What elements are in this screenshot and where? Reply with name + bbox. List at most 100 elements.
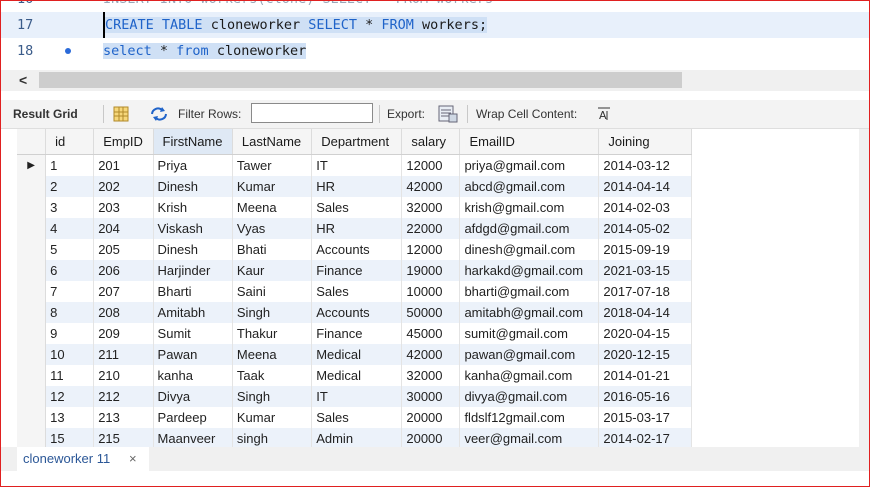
table-cell[interactable]: 32000 bbox=[401, 197, 461, 218]
table-cell[interactable]: 205 bbox=[93, 239, 154, 260]
row-header[interactable] bbox=[17, 218, 47, 239]
table-cell[interactable]: 203 bbox=[93, 197, 154, 218]
table-row[interactable]: 12 212 Divya Singh IT 30000 divya@gmail.com 201… bbox=[17, 386, 701, 407]
table-cell[interactable]: Tawer bbox=[232, 154, 313, 176]
table-cell[interactable]: 2014-04-14 bbox=[598, 176, 692, 197]
tab-cloneworker[interactable]: cloneworker 11 × bbox=[17, 447, 149, 471]
table-cell[interactable]: sumit@gmail.com bbox=[459, 323, 600, 344]
table-cell[interactable]: 213 bbox=[93, 407, 154, 428]
table-cell[interactable]: 2014-02-03 bbox=[598, 197, 692, 218]
table-cell[interactable]: 2015-09-19 bbox=[598, 239, 692, 260]
refresh-icon[interactable] bbox=[149, 106, 169, 125]
table-cell[interactable]: 9 bbox=[45, 323, 95, 344]
table-cell[interactable]: Kaur bbox=[232, 260, 313, 281]
table-cell[interactable]: 2 bbox=[45, 176, 95, 197]
column-header[interactable]: id bbox=[45, 129, 95, 155]
table-row[interactable]: 8 208 Amitabh Singh Accounts 50000 amitabh@gma… bbox=[17, 302, 701, 323]
table-row[interactable]: 4 204 Viskash Vyas HR 22000 afdgd@gmail.com 201… bbox=[17, 218, 701, 239]
table-cell[interactable]: afdgd@gmail.com bbox=[459, 218, 600, 239]
table-cell[interactable]: 32000 bbox=[401, 365, 461, 386]
table-row[interactable]: 10 211 Pawan Meena Medical 42000 pawan@gmail.c… bbox=[17, 344, 701, 365]
table-cell[interactable]: IT bbox=[311, 154, 403, 176]
table-row[interactable]: 2 202 Dinesh Kumar HR 42000 abcd@gmail.com 2014… bbox=[17, 176, 701, 197]
table-cell[interactable]: 30000 bbox=[401, 386, 461, 407]
table-cell[interactable]: 50000 bbox=[401, 302, 461, 323]
table-cell[interactable]: 208 bbox=[93, 302, 154, 323]
table-cell[interactable]: 2014-01-21 bbox=[598, 365, 692, 386]
table-cell[interactable]: bharti@gmail.com bbox=[459, 281, 600, 302]
table-cell[interactable]: Pardeep bbox=[153, 407, 233, 428]
table-cell[interactable]: Accounts bbox=[311, 239, 403, 260]
table-cell[interactable]: 2015-03-17 bbox=[598, 407, 692, 428]
table-cell[interactable]: Singh bbox=[232, 386, 313, 407]
table-cell[interactable]: singh bbox=[232, 428, 313, 447]
table-cell[interactable]: priya@gmail.com bbox=[459, 154, 600, 176]
table-cell[interactable]: 201 bbox=[93, 154, 154, 176]
editor-line-17[interactable]: 17 CREATE TABLE cloneworker SELECT * FRO… bbox=[1, 12, 869, 38]
row-header[interactable] bbox=[17, 386, 47, 407]
column-header[interactable]: EmpID bbox=[93, 129, 154, 155]
column-header[interactable]: Department bbox=[311, 129, 403, 155]
table-cell[interactable]: HR bbox=[311, 218, 403, 239]
table-cell[interactable]: 15 bbox=[45, 428, 95, 447]
table-cell[interactable]: Bhati bbox=[232, 239, 313, 260]
column-header[interactable]: LastName bbox=[232, 129, 313, 155]
table-cell[interactable]: Meena bbox=[232, 344, 313, 365]
table-cell[interactable]: 2014-05-02 bbox=[598, 218, 692, 239]
grid-vertical-scrollbar[interactable] bbox=[859, 129, 869, 447]
row-header[interactable] bbox=[17, 197, 47, 218]
table-cell[interactable]: 1 bbox=[45, 154, 95, 176]
table-cell[interactable]: Amitabh bbox=[153, 302, 233, 323]
table-row[interactable]: 3 203 Krish Meena Sales 32000 krish@gmail.com 2… bbox=[17, 197, 701, 218]
row-header[interactable] bbox=[17, 344, 47, 365]
editor-horizontal-scrollbar[interactable]: < bbox=[1, 70, 869, 91]
row-header[interactable] bbox=[17, 176, 47, 197]
table-cell[interactable]: 2020-04-15 bbox=[598, 323, 692, 344]
table-cell[interactable]: Vyas bbox=[232, 218, 313, 239]
row-header[interactable] bbox=[17, 239, 47, 260]
table-cell[interactable]: 212 bbox=[93, 386, 154, 407]
column-header[interactable]: Joining bbox=[598, 129, 692, 155]
table-row[interactable]: 13 213 Pardeep Kumar Sales 20000 fldslf12gmail… bbox=[17, 407, 701, 428]
table-cell[interactable]: Divya bbox=[153, 386, 233, 407]
row-header[interactable] bbox=[17, 323, 47, 344]
table-row[interactable]: 7 207 Bharti Saini Sales 10000 bharti@gmail.co… bbox=[17, 281, 701, 302]
table-cell[interactable]: 12000 bbox=[401, 239, 461, 260]
table-cell[interactable]: 202 bbox=[93, 176, 154, 197]
table-cell[interactable]: abcd@gmail.com bbox=[459, 176, 600, 197]
table-cell[interactable]: fldslf12gmail.com bbox=[459, 407, 600, 428]
sql-editor[interactable]: 16 INSERT INTO workers(clone) SELECT * F… bbox=[1, 0, 869, 70]
table-cell[interactable]: 206 bbox=[93, 260, 154, 281]
table-cell[interactable]: HR bbox=[311, 176, 403, 197]
table-cell[interactable]: Viskash bbox=[153, 218, 233, 239]
table-cell[interactable]: Maanveer bbox=[153, 428, 233, 447]
table-cell[interactable]: 42000 bbox=[401, 176, 461, 197]
table-cell[interactable]: krish@gmail.com bbox=[459, 197, 600, 218]
table-cell[interactable]: 13 bbox=[45, 407, 95, 428]
table-cell[interactable]: 2017-07-18 bbox=[598, 281, 692, 302]
table-cell[interactable]: Sales bbox=[311, 407, 403, 428]
row-header[interactable] bbox=[17, 365, 47, 386]
table-cell[interactable]: 2014-02-17 bbox=[598, 428, 692, 447]
row-header[interactable] bbox=[17, 260, 47, 281]
table-cell[interactable]: Thakur bbox=[232, 323, 313, 344]
table-cell[interactable]: Kumar bbox=[232, 176, 313, 197]
table-cell[interactable]: 7 bbox=[45, 281, 95, 302]
table-cell[interactable]: 10000 bbox=[401, 281, 461, 302]
table-row[interactable]: ▶ 1 201 Priya Tawer IT 12000 priya@gmail.com 201… bbox=[17, 154, 701, 176]
table-cell[interactable]: Krish bbox=[153, 197, 233, 218]
table-cell[interactable]: 42000 bbox=[401, 344, 461, 365]
column-header[interactable]: FirstName bbox=[153, 129, 233, 155]
row-header[interactable] bbox=[17, 407, 47, 428]
table-cell[interactable]: 12 bbox=[45, 386, 95, 407]
table-cell[interactable]: 8 bbox=[45, 302, 95, 323]
table-cell[interactable]: 45000 bbox=[401, 323, 461, 344]
row-header[interactable] bbox=[17, 302, 47, 323]
table-cell[interactable]: Harjinder bbox=[153, 260, 233, 281]
table-row[interactable]: 6 206 Harjinder Kaur Finance 19000 harkakd@gma… bbox=[17, 260, 701, 281]
table-cell[interactable]: Bharti bbox=[153, 281, 233, 302]
table-cell[interactable]: 6 bbox=[45, 260, 95, 281]
table-cell[interactable]: 3 bbox=[45, 197, 95, 218]
column-header[interactable]: salary bbox=[401, 129, 461, 155]
table-cell[interactable]: Dinesh bbox=[153, 176, 233, 197]
